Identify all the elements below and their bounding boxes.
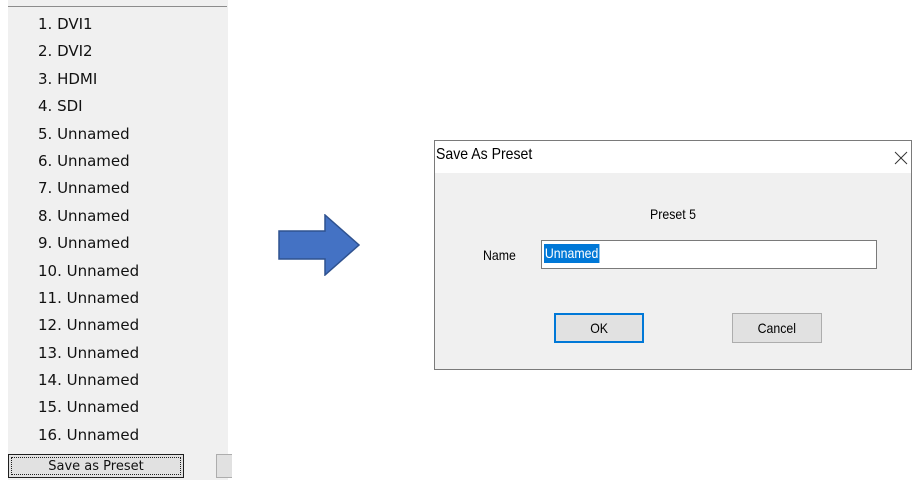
preset-item-15[interactable]: 15. Unnamed: [8, 395, 139, 422]
dialog-body: Preset 5 Name Unnamed OK Cancel: [435, 173, 911, 369]
name-label: Name: [483, 247, 516, 263]
preset-item-13[interactable]: 13. Unnamed: [8, 341, 139, 368]
panel-top-divider: [8, 6, 227, 7]
cancel-button[interactable]: Cancel: [732, 313, 822, 343]
close-button[interactable]: [891, 141, 911, 173]
adjacent-button-edge[interactable]: [216, 454, 232, 478]
dialog-titlebar[interactable]: Save As Preset: [435, 141, 911, 173]
preset-item-6[interactable]: 6. Unnamed: [8, 149, 139, 176]
name-input[interactable]: Unnamed: [541, 240, 877, 269]
save-as-preset-button[interactable]: Save as Preset: [8, 454, 184, 478]
preset-item-16[interactable]: 16. Unnamed: [8, 423, 139, 450]
right-arrow-icon: [278, 214, 360, 276]
ok-button-label: OK: [590, 320, 608, 336]
preset-list: 1. DVI1 2. DVI2 3. HDMI 4. SDI 5. Unname…: [8, 12, 139, 450]
preset-item-3[interactable]: 3. HDMI: [8, 67, 139, 94]
cancel-button-label: Cancel: [757, 320, 797, 336]
preset-item-5[interactable]: 5. Unnamed: [8, 122, 139, 149]
preset-item-9[interactable]: 9. Unnamed: [8, 231, 139, 258]
dialog-title: Save As Preset: [436, 146, 533, 163]
preset-item-7[interactable]: 7. Unnamed: [8, 176, 139, 203]
preset-item-2[interactable]: 2. DVI2: [8, 39, 139, 66]
preset-item-1[interactable]: 1. DVI1: [8, 12, 139, 39]
preset-item-4[interactable]: 4. SDI: [8, 94, 139, 121]
preset-item-12[interactable]: 12. Unnamed: [8, 313, 139, 340]
close-icon: [894, 151, 908, 165]
preset-heading: Preset 5: [650, 206, 696, 222]
preset-list-panel: 1. DVI1 2. DVI2 3. HDMI 4. SDI 5. Unname…: [8, 0, 232, 480]
preset-item-14[interactable]: 14. Unnamed: [8, 368, 139, 395]
name-input-selected-text: Unnamed: [544, 244, 600, 263]
save-as-preset-dialog: Save As Preset Preset 5 Name Unnamed OK …: [434, 140, 912, 370]
ok-button[interactable]: OK: [554, 313, 644, 343]
preset-item-10[interactable]: 10. Unnamed: [8, 259, 139, 286]
preset-item-11[interactable]: 11. Unnamed: [8, 286, 139, 313]
preset-item-8[interactable]: 8. Unnamed: [8, 204, 139, 231]
